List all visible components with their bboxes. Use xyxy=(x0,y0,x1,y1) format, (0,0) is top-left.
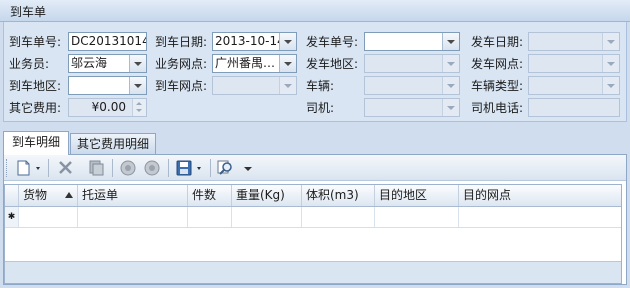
column-header-dest-area[interactable]: 目的地区 xyxy=(375,185,459,206)
table-cell[interactable] xyxy=(19,207,78,227)
salesman-value: 邬云海 xyxy=(71,56,108,70)
depart-no-combo[interactable] xyxy=(364,32,460,51)
chevron-down-icon[interactable] xyxy=(442,33,459,50)
chevron-down-icon xyxy=(442,55,459,72)
salesman-label: 业务员: xyxy=(9,57,50,71)
arrival-date-value: 2013-10-14 xyxy=(215,34,285,48)
arrival-branch-combo xyxy=(212,76,297,95)
record-prev-icon xyxy=(120,160,136,176)
branch-combo[interactable]: 广州番禺… xyxy=(212,54,297,73)
grid-toolbar xyxy=(4,155,626,181)
search-icon xyxy=(217,160,232,175)
salesman-combo[interactable]: 邬云海 xyxy=(68,54,147,73)
new-button[interactable] xyxy=(15,158,43,178)
record-next-icon xyxy=(144,160,160,176)
copy-icon xyxy=(89,160,104,176)
arrival-area-combo[interactable] xyxy=(68,76,147,95)
group-header: 到车单 xyxy=(0,0,630,22)
table-cell[interactable] xyxy=(459,207,621,227)
column-label: 货物 xyxy=(23,188,48,202)
record-prev-button[interactable] xyxy=(118,158,138,178)
grid-header: 货物 托运单 件数 重量(Kg) 体积(m3) 目的地区 目的网点 xyxy=(5,185,621,207)
branch-value: 广州番禺… xyxy=(215,56,276,70)
chevron-down-icon[interactable] xyxy=(279,55,296,72)
spin-icon xyxy=(132,99,146,116)
delete-button[interactable] xyxy=(56,158,76,178)
arrival-branch-label: 到车网点: xyxy=(155,79,208,93)
depart-no-label: 发车单号: xyxy=(306,35,359,49)
driver-combo xyxy=(364,98,460,117)
table-cell[interactable] xyxy=(188,207,232,227)
chevron-down-icon xyxy=(442,99,459,116)
depart-date-label: 发车日期: xyxy=(471,35,524,49)
branch-label: 业务网点: xyxy=(155,57,208,71)
arrival-no-label: 到车单号: xyxy=(9,35,62,49)
column-header-volume[interactable]: 体积(m3) xyxy=(302,185,375,206)
arrival-no-field[interactable]: DC20131014 xyxy=(68,32,147,51)
column-header-goods[interactable]: 货物 xyxy=(19,185,78,206)
chevron-down-icon[interactable] xyxy=(279,33,296,50)
chevron-down-icon xyxy=(442,77,459,94)
arrival-date-picker[interactable]: 2013-10-14 xyxy=(212,32,297,51)
toolbar-grip[interactable] xyxy=(6,159,9,177)
vehicle-type-combo xyxy=(528,76,620,95)
toolbar-separator xyxy=(168,159,169,177)
new-row-indicator: ✱ xyxy=(5,207,19,227)
toolbar-separator xyxy=(210,159,211,177)
depart-branch-combo xyxy=(528,54,620,73)
chevron-down-icon xyxy=(244,167,252,171)
depart-date-picker xyxy=(528,32,620,51)
column-header-pieces[interactable]: 件数 xyxy=(188,185,232,206)
group-title: 到车单 xyxy=(10,5,47,19)
tab-arrival-detail[interactable]: 到车明细 xyxy=(3,131,69,155)
toolbar-separator xyxy=(48,159,49,177)
vehicle-label: 车辆: xyxy=(306,79,335,93)
new-item-row[interactable]: ✱ xyxy=(5,207,621,228)
arrival-date-label: 到车日期: xyxy=(155,35,208,49)
save-button[interactable] xyxy=(174,158,206,178)
table-cell[interactable] xyxy=(302,207,375,227)
chevron-down-icon xyxy=(602,33,619,50)
delete-icon xyxy=(59,161,72,174)
arrival-area-label: 到车地区: xyxy=(9,79,62,93)
table-cell[interactable] xyxy=(232,207,302,227)
save-icon xyxy=(176,160,201,176)
chevron-down-icon[interactable] xyxy=(129,77,146,94)
search-button[interactable] xyxy=(216,158,236,178)
sort-ascending-icon xyxy=(65,192,73,198)
depart-area-label: 发车地区: xyxy=(306,57,359,71)
record-next-button[interactable] xyxy=(142,158,162,178)
new-document-icon xyxy=(17,160,40,176)
table-cell[interactable] xyxy=(78,207,188,227)
column-header-waybill[interactable]: 托运单 xyxy=(78,185,188,206)
chevron-down-icon[interactable] xyxy=(129,55,146,72)
depart-area-combo xyxy=(364,54,460,73)
other-fee-value: ¥0.00 xyxy=(91,100,126,114)
vehicle-combo xyxy=(364,76,460,95)
grid-footer xyxy=(5,261,621,283)
table-cell[interactable] xyxy=(375,207,459,227)
driver-phone-field xyxy=(528,98,620,117)
row-indicator-header xyxy=(5,185,19,206)
vehicle-type-label: 车辆类型: xyxy=(471,79,524,93)
toolbar-separator xyxy=(112,159,113,177)
driver-phone-label: 司机电话: xyxy=(471,101,524,115)
chevron-down-icon xyxy=(279,77,296,94)
other-fee-label: 其它费用: xyxy=(9,101,62,115)
chevron-down-icon xyxy=(602,55,619,72)
column-header-weight[interactable]: 重量(Kg) xyxy=(232,185,302,206)
tab-other-fee-detail[interactable]: 其它费用明细 xyxy=(70,133,156,155)
toolbar-overflow-button[interactable] xyxy=(240,158,256,178)
other-fee-field: ¥0.00 xyxy=(68,98,147,117)
driver-label: 司机: xyxy=(306,101,335,115)
copy-button[interactable] xyxy=(86,158,106,178)
column-header-dest-branch[interactable]: 目的网点 xyxy=(459,185,621,206)
depart-branch-label: 发车网点: xyxy=(471,57,524,71)
chevron-down-icon xyxy=(602,77,619,94)
